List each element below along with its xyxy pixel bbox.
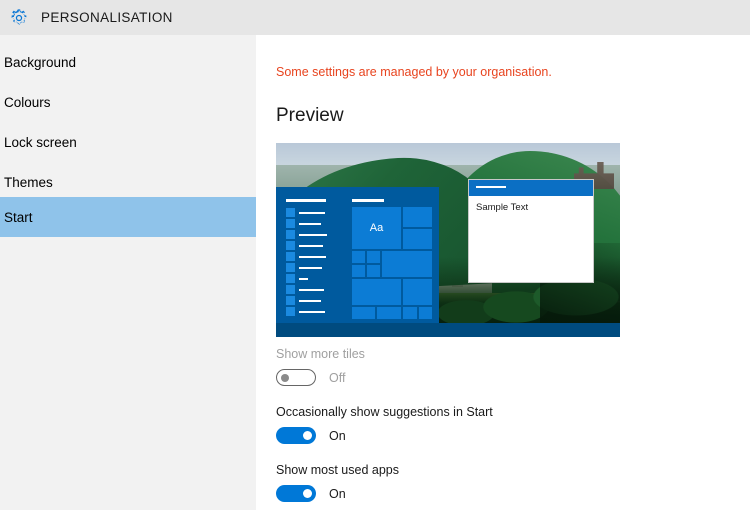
start-app-item bbox=[286, 306, 342, 317]
title-bar: PERSONALISATION bbox=[0, 0, 750, 35]
start-preview-image: Aa Sample Text bbox=[276, 143, 620, 337]
start-app-icon bbox=[286, 263, 295, 272]
start-app-icon bbox=[286, 296, 295, 305]
start-app-icon bbox=[286, 252, 295, 261]
start-app-label bbox=[299, 255, 326, 258]
start-app-icon bbox=[286, 219, 295, 228]
start-tile-group-header bbox=[352, 199, 384, 202]
start-app-item bbox=[286, 262, 342, 273]
start-app-item bbox=[286, 218, 342, 229]
setting-show-suggestions: Occasionally show suggestions in Start O… bbox=[276, 405, 716, 444]
sidebar-item-label: Colours bbox=[4, 94, 51, 110]
sidebar-item-background[interactable]: Background bbox=[0, 42, 256, 82]
sample-window-mock: Sample Text bbox=[468, 179, 594, 283]
sidebar-item-lock-screen[interactable]: Lock screen bbox=[0, 122, 256, 162]
start-app-icon bbox=[286, 208, 295, 217]
toggle-row: On bbox=[276, 485, 716, 502]
managed-by-organisation-note: Some settings are managed by your organi… bbox=[276, 65, 552, 79]
start-tile-grid: Aa bbox=[352, 207, 432, 319]
start-menu-mock: Aa bbox=[276, 187, 439, 323]
start-app-item bbox=[286, 284, 342, 295]
sidebar-item-start[interactable]: Start bbox=[0, 197, 256, 237]
start-app-item bbox=[286, 229, 342, 240]
sidebar: Background Colours Lock screen Themes St… bbox=[0, 35, 256, 510]
start-app-icon bbox=[286, 230, 295, 239]
start-app-icon bbox=[286, 285, 295, 294]
toggle-state-label: On bbox=[329, 428, 346, 443]
start-app-icon bbox=[286, 241, 295, 250]
start-tile bbox=[352, 307, 375, 319]
start-tile bbox=[419, 307, 432, 319]
start-app-icon bbox=[286, 274, 295, 283]
start-tile bbox=[352, 265, 365, 277]
setting-label: Show more tiles bbox=[276, 347, 365, 361]
show-more-tiles-toggle[interactable] bbox=[276, 369, 316, 386]
start-tile-area: Aa bbox=[352, 199, 432, 319]
toggle-knob bbox=[303, 431, 312, 440]
preview-heading: Preview bbox=[276, 105, 344, 126]
start-app-label bbox=[299, 288, 324, 291]
start-tile bbox=[352, 279, 401, 305]
toggle-knob bbox=[281, 374, 289, 382]
start-tile bbox=[367, 265, 380, 277]
start-app-item bbox=[286, 207, 342, 218]
start-tile bbox=[367, 251, 380, 263]
start-app-item bbox=[286, 251, 342, 262]
start-tile bbox=[403, 307, 417, 319]
gear-icon bbox=[2, 0, 36, 35]
show-suggestions-toggle[interactable] bbox=[276, 427, 316, 444]
setting-show-most-used-apps: Show most used apps On bbox=[276, 463, 716, 502]
start-tile bbox=[377, 307, 401, 319]
toggle-state-label: Off bbox=[329, 370, 346, 385]
start-app-label bbox=[299, 266, 322, 269]
start-tile bbox=[403, 229, 432, 249]
start-app-label bbox=[299, 211, 325, 214]
sidebar-item-themes[interactable]: Themes bbox=[0, 162, 256, 202]
sample-window-text: Sample Text bbox=[476, 202, 529, 213]
start-app-label bbox=[299, 299, 321, 302]
setting-label: Show most used apps bbox=[276, 463, 399, 477]
start-app-icon bbox=[286, 307, 295, 316]
start-app-label bbox=[299, 244, 323, 247]
sidebar-item-colours[interactable]: Colours bbox=[0, 82, 256, 122]
start-app-label bbox=[299, 222, 321, 225]
start-tile-aa: Aa bbox=[352, 207, 401, 249]
start-tile bbox=[352, 251, 365, 263]
show-most-used-apps-toggle[interactable] bbox=[276, 485, 316, 502]
start-app-label bbox=[299, 277, 308, 280]
sample-window-titlebar bbox=[469, 180, 593, 196]
setting-label: Occasionally show suggestions in Start bbox=[276, 405, 493, 419]
start-tile bbox=[403, 279, 432, 305]
start-app-label bbox=[299, 310, 325, 313]
start-app-item bbox=[286, 240, 342, 251]
content-pane: Some settings are managed by your organi… bbox=[256, 35, 750, 510]
start-app-list-header bbox=[286, 199, 326, 202]
toggle-knob bbox=[303, 489, 312, 498]
window-title: PERSONALISATION bbox=[41, 10, 173, 25]
toggle-row: On bbox=[276, 427, 716, 444]
toggle-state-label: On bbox=[329, 486, 346, 501]
setting-show-more-tiles: Show more tiles Off bbox=[276, 347, 716, 386]
start-tile bbox=[403, 207, 432, 227]
start-app-label bbox=[299, 233, 327, 236]
start-app-list bbox=[286, 199, 342, 317]
sample-window-title-placeholder bbox=[476, 186, 506, 188]
sidebar-item-label: Lock screen bbox=[4, 134, 77, 150]
sidebar-item-label: Background bbox=[4, 54, 77, 70]
sidebar-item-label: Start bbox=[4, 209, 33, 225]
sidebar-item-label: Themes bbox=[4, 174, 53, 190]
start-app-item bbox=[286, 273, 342, 284]
toggle-row: Off bbox=[276, 369, 716, 386]
settings-window: PERSONALISATION Background Colours Lock … bbox=[0, 0, 750, 510]
preview-taskbar bbox=[276, 323, 620, 337]
start-tile bbox=[382, 251, 432, 277]
start-app-item bbox=[286, 295, 342, 306]
